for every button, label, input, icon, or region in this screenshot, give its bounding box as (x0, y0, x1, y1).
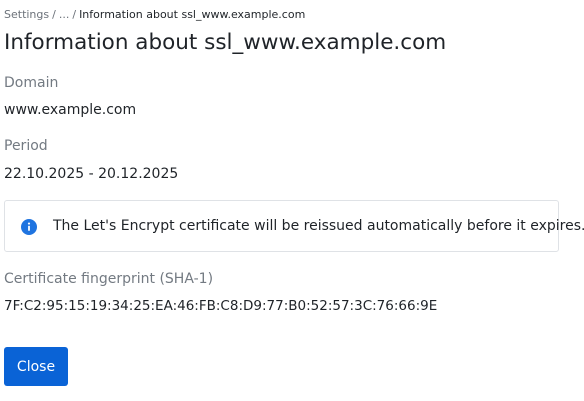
close-button[interactable]: Close (4, 347, 68, 386)
info-message-text: The Let's Encrypt certificate will be re… (53, 218, 584, 234)
breadcrumb-item-ellipsis[interactable]: ... (59, 8, 70, 21)
fingerprint-value: 7F:C2:95:15:19:34:25:EA:46:FB:C8:D9:77:B… (4, 298, 438, 314)
page-title: Information about ssl_www.example.com (4, 30, 447, 55)
fingerprint-label: Certificate fingerprint (SHA-1) (4, 271, 214, 287)
breadcrumb: Settings /... / Information about ssl_www.e… (4, 8, 305, 21)
info-circle-icon (21, 219, 37, 235)
breadcrumb-separator: / (52, 8, 56, 21)
period-value: 22.10.2025 - 20.12.2025 (4, 166, 179, 182)
domain-value: www.example.com (4, 102, 137, 118)
domain-label: Domain (4, 75, 59, 91)
info-alert: The Let's Encrypt certificate will be re… (4, 200, 584, 252)
breadcrumb-item-settings[interactable]: Settings (4, 8, 49, 21)
breadcrumb-separator: / (72, 8, 77, 21)
period-label: Period (4, 138, 48, 154)
breadcrumb-item-current: Information about ssl_www.example.com (79, 8, 306, 21)
